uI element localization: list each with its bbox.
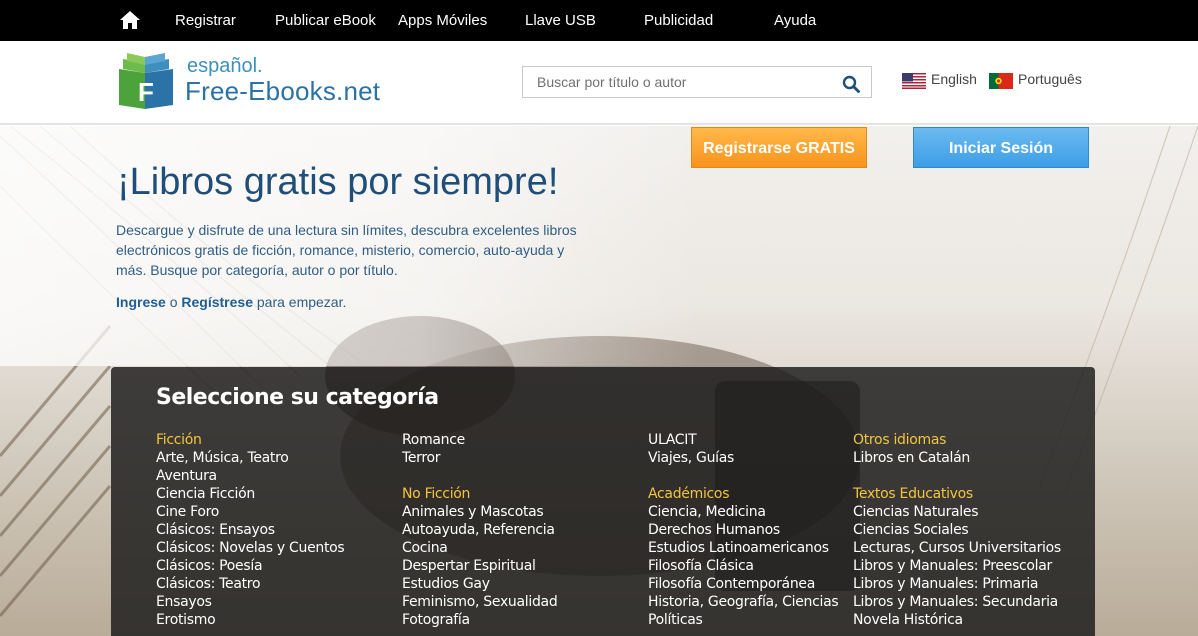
nav-apps-moviles[interactable]: Apps Móviles: [398, 12, 487, 29]
category-link[interactable]: ULACIT: [648, 431, 838, 449]
category-link[interactable]: Clásicos: Ensayos: [156, 521, 344, 539]
categories-title: Seleccione su categoría: [156, 385, 439, 410]
category-link[interactable]: Libros y Manuales: Primaria: [853, 575, 1061, 593]
category-spacer: [402, 467, 557, 485]
category-link[interactable]: Ensayos: [156, 593, 344, 611]
category-link[interactable]: Cine Foro: [156, 503, 344, 521]
category-link[interactable]: Filosofía Contemporánea: [648, 575, 838, 593]
logo-title: Free-Ebooks.net: [185, 76, 381, 106]
category-column-3: ULACIT Viajes, Guías Académicos Ciencia, Me…: [648, 431, 839, 629]
cta-or-text: o: [165, 294, 182, 310]
category-link[interactable]: Clásicos: Novelas y Cuentos: [156, 539, 345, 557]
category-link[interactable]: Libros y Manuales: Preescolar: [853, 557, 1061, 575]
category-link[interactable]: Clásicos: Poesía: [156, 557, 344, 575]
nav-llave-usb[interactable]: Llave USB: [525, 12, 596, 29]
category-link[interactable]: Ciencias Sociales: [853, 521, 1061, 539]
site-logo[interactable]: F español. Free-Ebooks.net: [115, 51, 395, 111]
nav-publicar-ebook[interactable]: Publicar eBook: [275, 12, 376, 29]
category-column-4: Otros idiomas Libros en Catalán Textos Edu…: [853, 431, 1061, 629]
category-heading[interactable]: Textos Educativos: [853, 485, 1061, 503]
portugal-flag-icon: [989, 73, 1013, 89]
hero-cta: Ingrese o Regístrese para empezar.: [116, 294, 346, 310]
logo-subtitle: español.: [187, 55, 263, 77]
category-link[interactable]: Arte, Música, Teatro: [156, 449, 344, 467]
category-link[interactable]: Políticas: [648, 611, 838, 629]
category-link[interactable]: Ciencia Ficción: [156, 485, 344, 503]
top-nav: Registrar Publicar eBook Apps Móviles Ll…: [0, 0, 1198, 41]
category-link[interactable]: Lecturas, Cursos Universitarios: [853, 539, 1061, 557]
category-link[interactable]: Autoayuda, Referencia: [402, 521, 557, 539]
category-link[interactable]: Estudios Latinoamericanos: [648, 539, 838, 557]
category-link[interactable]: Fotografía: [402, 611, 557, 629]
category-link[interactable]: Derechos Humanos: [648, 521, 838, 539]
hero-section: Registrarse GRATIS Iniciar Sesión ¡Libro…: [0, 126, 1198, 636]
login-button[interactable]: Iniciar Sesión: [913, 127, 1089, 168]
category-heading[interactable]: Ficción: [156, 431, 344, 449]
search-icon[interactable]: [842, 75, 860, 93]
us-flag-icon: [902, 73, 926, 89]
category-link[interactable]: Ciencias Naturales: [853, 503, 1061, 521]
category-link[interactable]: Terror: [402, 449, 557, 467]
category-link[interactable]: Despertar Espiritual: [402, 557, 557, 575]
lang-english-label: English: [931, 71, 977, 87]
category-link[interactable]: Clásicos: Teatro: [156, 575, 344, 593]
site-header: F español. Free-Ebooks.net English: [0, 41, 1198, 125]
book-logo-icon: F: [119, 53, 173, 109]
category-heading[interactable]: Otros idiomas: [853, 431, 1061, 449]
categories-panel: Seleccione su categoría Ficción Arte, Mús…: [111, 367, 1095, 636]
category-link[interactable]: Erotismo: [156, 611, 344, 629]
svg-text:F: F: [138, 77, 154, 107]
category-link[interactable]: Animales y Mascotas: [402, 503, 557, 521]
register-free-button[interactable]: Registrarse GRATIS: [691, 127, 867, 168]
category-link[interactable]: Viajes, Guías: [648, 449, 838, 467]
hero-description: Descargue y disfrute de una lectura sin …: [116, 222, 577, 278]
register-link[interactable]: Regístrese: [181, 294, 253, 310]
category-column-2: Romance Terror No Ficción Animales y Mascot…: [402, 431, 558, 629]
category-link[interactable]: Estudios Gay: [402, 575, 557, 593]
search-box: [522, 66, 872, 98]
nav-ayuda[interactable]: Ayuda: [774, 12, 816, 29]
category-link[interactable]: Filosofía Clásica: [648, 557, 838, 575]
cta-rest-text: para empezar.: [252, 294, 347, 310]
lang-portugues-label: Português: [1018, 71, 1082, 87]
category-link[interactable]: Ciencia, Medicina: [648, 503, 838, 521]
category-link[interactable]: Libros en Catalán: [853, 449, 1061, 467]
category-link[interactable]: Novela Histórica: [853, 611, 1061, 629]
home-icon[interactable]: [119, 10, 141, 30]
hero-title: ¡Libros gratis por siempre!: [117, 161, 559, 203]
nav-publicidad[interactable]: Publicidad: [644, 12, 713, 29]
login-link[interactable]: Ingrese: [116, 294, 166, 310]
category-link[interactable]: Cocina: [402, 539, 557, 557]
category-spacer: [648, 467, 838, 485]
category-heading[interactable]: No Ficción: [402, 485, 557, 503]
category-heading[interactable]: Académicos: [648, 485, 838, 503]
category-column-1: Ficción Arte, Música, Teatro Aventura Cienc…: [156, 431, 345, 629]
search-input[interactable]: [523, 67, 833, 97]
category-link[interactable]: Aventura: [156, 467, 344, 485]
category-spacer: [853, 467, 1061, 485]
nav-registrar[interactable]: Registrar: [175, 12, 236, 29]
category-link[interactable]: Feminismo, Sexualidad: [402, 593, 558, 611]
category-link[interactable]: Historia, Geografía, Ciencias: [648, 593, 839, 611]
category-link[interactable]: Romance: [402, 431, 557, 449]
category-link[interactable]: Libros y Manuales: Secundaria: [853, 593, 1061, 611]
